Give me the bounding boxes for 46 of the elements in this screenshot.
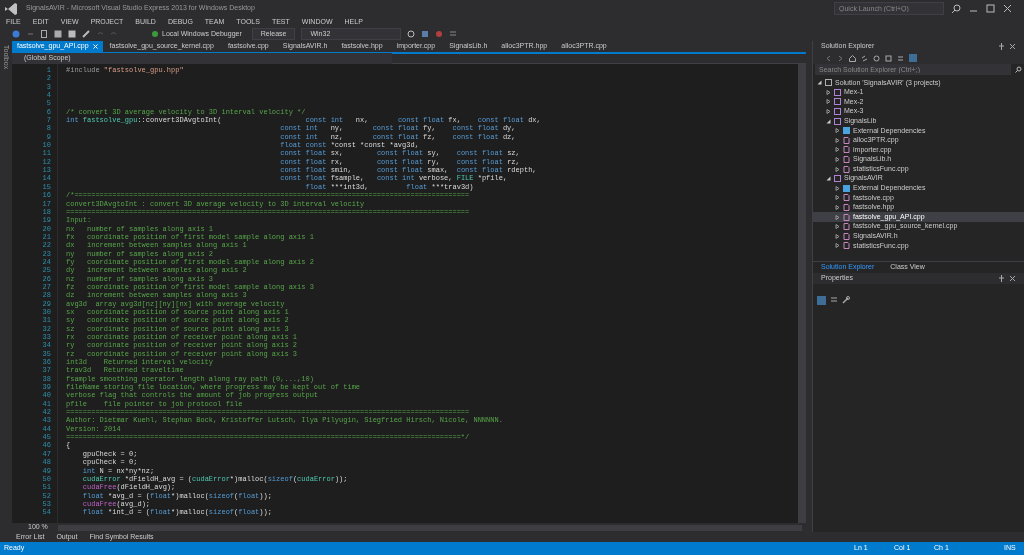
scroll-bar[interactable] bbox=[798, 64, 806, 523]
collapsed-arrow-icon[interactable] bbox=[835, 224, 840, 230]
dependencies-icon bbox=[843, 127, 850, 135]
collapsed-arrow-icon[interactable] bbox=[835, 214, 840, 220]
play-icon bbox=[152, 31, 158, 37]
close-icon[interactable] bbox=[1003, 4, 1012, 13]
properties-icon[interactable] bbox=[897, 54, 904, 62]
bookmark-icon[interactable] bbox=[421, 30, 430, 38]
collapse-all-icon[interactable] bbox=[885, 54, 892, 62]
collapsed-arrow-icon[interactable] bbox=[826, 99, 831, 105]
collapsed-arrow-icon[interactable] bbox=[835, 147, 840, 153]
save-all-icon[interactable] bbox=[68, 30, 76, 38]
collapsed-arrow-icon[interactable] bbox=[826, 89, 831, 95]
alphabetical-icon[interactable] bbox=[830, 296, 838, 304]
new-file-icon[interactable] bbox=[40, 30, 48, 38]
collapsed-arrow-icon[interactable] bbox=[835, 185, 840, 191]
collapsed-arrow-icon[interactable] bbox=[835, 128, 840, 134]
close-icon[interactable] bbox=[1009, 43, 1016, 50]
expanded-arrow-icon[interactable] bbox=[826, 176, 831, 182]
project-icon bbox=[834, 175, 841, 183]
solution-icon bbox=[825, 79, 832, 87]
collapsed-arrow-icon[interactable] bbox=[826, 109, 831, 115]
app-logo-icon bbox=[4, 2, 18, 15]
collapsed-arrow-icon[interactable] bbox=[835, 157, 840, 163]
maximize-icon[interactable] bbox=[986, 4, 995, 13]
search-icon bbox=[1015, 66, 1022, 73]
expanded-arrow-icon[interactable] bbox=[817, 80, 822, 86]
pin-icon[interactable] bbox=[998, 43, 1005, 50]
categorized-icon[interactable] bbox=[817, 295, 826, 305]
collapsed-arrow-icon[interactable] bbox=[835, 137, 840, 143]
collapsed-arrow-icon[interactable] bbox=[835, 243, 840, 249]
save-icon[interactable] bbox=[54, 30, 62, 38]
pin-icon[interactable] bbox=[998, 275, 1005, 282]
search-icon[interactable] bbox=[952, 4, 961, 13]
breakpoint-icon[interactable] bbox=[435, 30, 444, 38]
dependencies-icon bbox=[843, 184, 850, 192]
close-icon[interactable] bbox=[1009, 275, 1016, 282]
expanded-arrow-icon[interactable] bbox=[826, 118, 831, 124]
collapsed-arrow-icon[interactable] bbox=[835, 205, 840, 210]
collapsed-arrow-icon[interactable] bbox=[835, 195, 840, 201]
collapsed-arrow-icon[interactable] bbox=[835, 233, 840, 239]
wrench-icon[interactable] bbox=[842, 296, 850, 304]
home-icon[interactable] bbox=[849, 54, 856, 62]
pencil-icon[interactable] bbox=[82, 30, 90, 38]
horizontal-scroll-bar[interactable] bbox=[58, 524, 802, 531]
collapsed-arrow-icon[interactable] bbox=[835, 166, 840, 172]
